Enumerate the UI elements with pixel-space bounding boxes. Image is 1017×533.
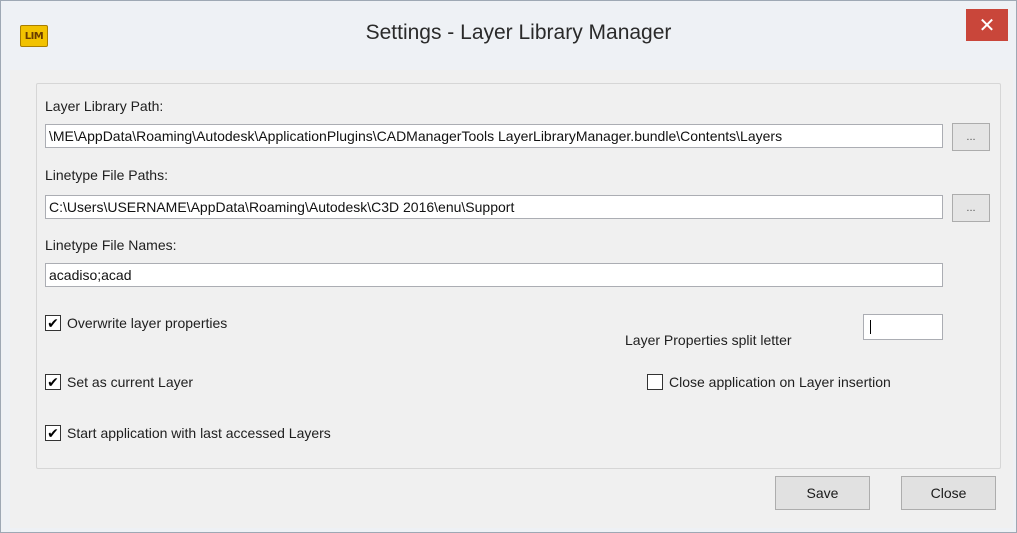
overwrite-layer-properties-option[interactable]: ✔ Overwrite layer properties xyxy=(45,315,227,331)
start-with-last-layers-option[interactable]: ✔ Start application with last accessed L… xyxy=(45,425,331,441)
layer-library-path-browse-button[interactable]: ... xyxy=(952,123,990,151)
dialog-body: Layer Library Path: \ME\AppData\Roaming\… xyxy=(10,70,1013,528)
layer-library-path-input[interactable]: \ME\AppData\Roaming\Autodesk\Application… xyxy=(45,124,943,148)
close-on-insertion-checkbox[interactable] xyxy=(647,374,663,390)
linetype-file-names-label: Linetype File Names: xyxy=(45,237,177,253)
close-on-insertion-option[interactable]: Close application on Layer insertion xyxy=(647,374,891,390)
overwrite-layer-properties-checkbox[interactable]: ✔ xyxy=(45,315,61,331)
text-caret xyxy=(870,320,871,334)
settings-window: LIM Settings - Layer Library Manager ✕ L… xyxy=(0,0,1017,533)
linetype-file-names-input[interactable]: acadiso;acad xyxy=(45,263,943,287)
linetype-file-paths-input[interactable]: C:\Users\USERNAME\AppData\Roaming\Autode… xyxy=(45,195,943,219)
title-bar[interactable]: LIM Settings - Layer Library Manager ✕ xyxy=(1,1,1016,69)
close-on-insertion-label: Close application on Layer insertion xyxy=(669,374,891,390)
close-icon: ✕ xyxy=(978,14,996,37)
window-close-button[interactable]: ✕ xyxy=(966,9,1008,41)
set-as-current-layer-option[interactable]: ✔ Set as current Layer xyxy=(45,374,193,390)
layer-library-path-label: Layer Library Path: xyxy=(45,98,164,114)
set-as-current-layer-label: Set as current Layer xyxy=(67,374,194,390)
start-with-last-layers-label: Start application with last accessed Lay… xyxy=(67,425,331,441)
close-button[interactable]: Close xyxy=(901,476,996,510)
window-title: Settings - Layer Library Manager xyxy=(365,21,672,44)
linetype-file-paths-label: Linetype File Paths: xyxy=(45,167,168,183)
settings-group: Layer Library Path: \ME\AppData\Roaming\… xyxy=(36,83,1001,469)
save-button[interactable]: Save xyxy=(775,476,870,510)
split-letter-input[interactable] xyxy=(863,314,943,340)
start-with-last-layers-checkbox[interactable]: ✔ xyxy=(45,425,61,441)
overwrite-layer-properties-label: Overwrite layer properties xyxy=(67,315,228,331)
split-letter-label: Layer Properties split letter xyxy=(625,332,792,348)
set-as-current-layer-checkbox[interactable]: ✔ xyxy=(45,374,61,390)
linetype-file-paths-browse-button[interactable]: ... xyxy=(952,194,990,222)
